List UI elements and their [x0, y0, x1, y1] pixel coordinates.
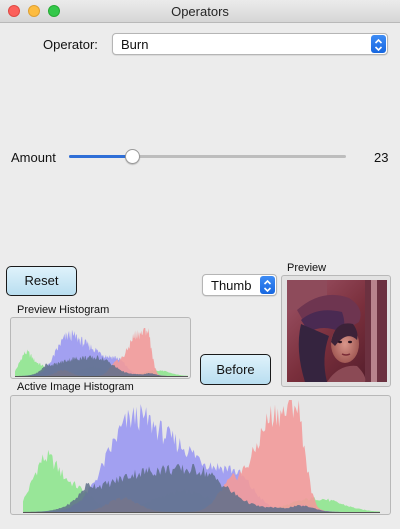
- active-histogram-chart: [23, 400, 380, 513]
- preview-histogram-panel: [10, 317, 191, 379]
- window-title: Operators: [171, 4, 229, 19]
- operator-label: Operator:: [43, 37, 98, 52]
- operators-window: Operators Operator: Burn Amount 23 Reset…: [0, 0, 400, 529]
- thumb-select[interactable]: Thumb: [202, 274, 277, 296]
- amount-slider-knob[interactable]: [125, 149, 141, 164]
- preview-histogram-chart: [15, 328, 188, 377]
- updown-chevron-icon: [260, 276, 275, 294]
- preview-label: Preview: [287, 262, 327, 274]
- title-bar: Operators: [0, 0, 400, 23]
- preview-image: [287, 280, 387, 382]
- thumb-value: Thumb: [211, 278, 252, 293]
- amount-label: Amount: [11, 150, 56, 165]
- operator-value: Burn: [121, 37, 149, 52]
- active-histogram-label: Active Image Histogram: [17, 381, 134, 393]
- preview-histogram-label: Preview Histogram: [17, 304, 110, 316]
- amount-value: 23: [374, 150, 389, 165]
- updown-chevron-icon: [371, 35, 386, 53]
- before-button[interactable]: Before: [200, 354, 271, 385]
- amount-slider-track[interactable]: [69, 155, 346, 158]
- reset-button[interactable]: Reset: [6, 266, 77, 296]
- operator-select[interactable]: Burn: [112, 33, 388, 55]
- active-histogram-panel: [10, 395, 391, 515]
- amount-slider-fill: [69, 155, 133, 158]
